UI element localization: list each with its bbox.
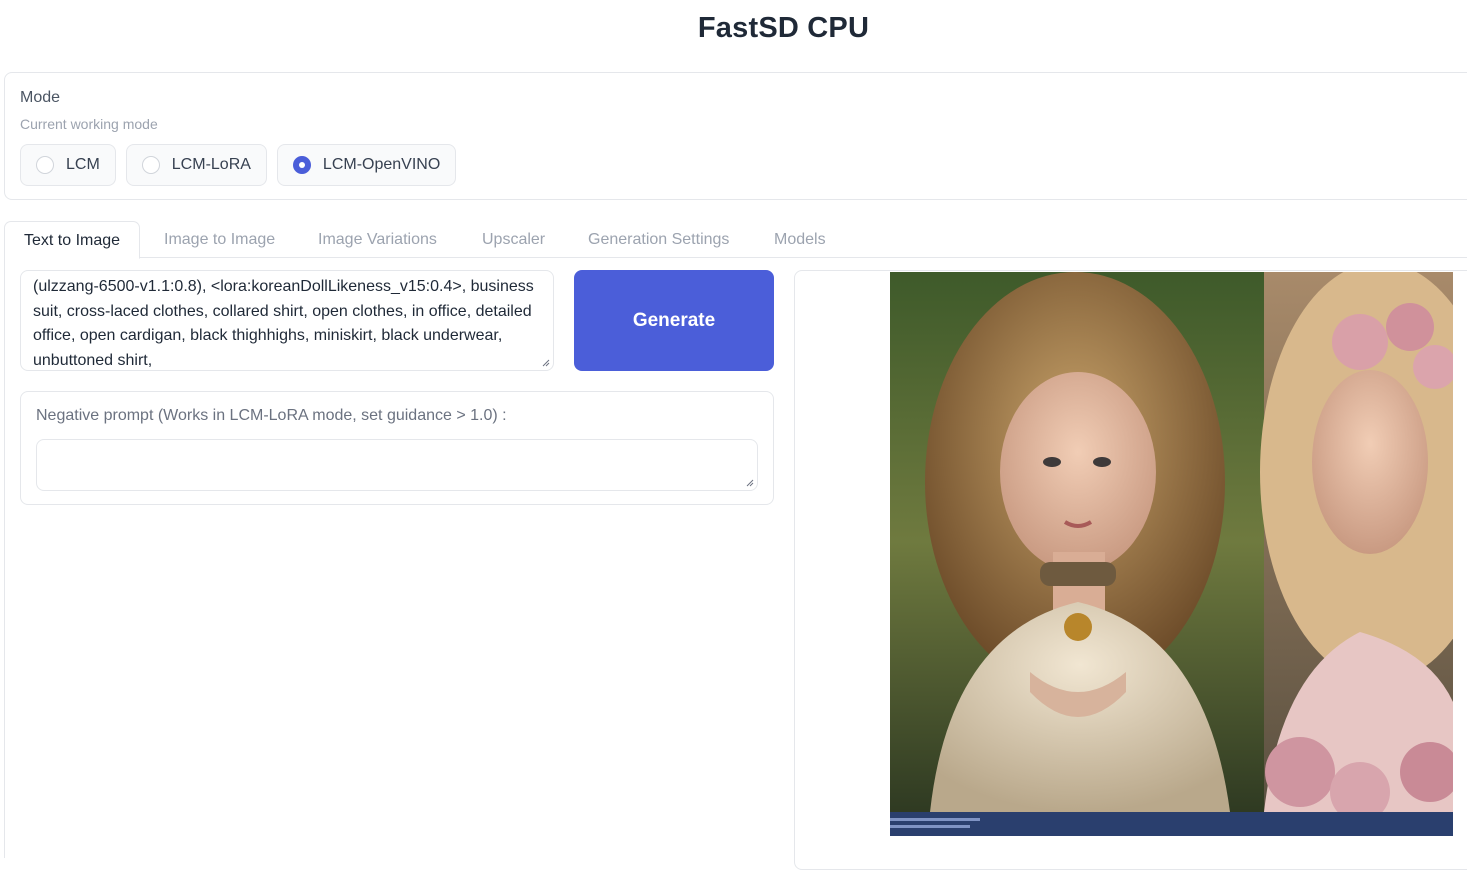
radio-label: LCM-OpenVINO xyxy=(322,156,441,173)
generate-button[interactable]: Generate xyxy=(574,270,774,371)
radio-option-lcm-openvino[interactable]: LCM-OpenVINO xyxy=(276,144,457,186)
prompt-textarea[interactable]: (ulzzang-6500-v1.1:0.8), <lora:koreanDol… xyxy=(20,270,554,371)
negative-prompt-input[interactable] xyxy=(36,439,758,491)
tab-upscaler[interactable]: Upscaler xyxy=(482,221,545,258)
generated-image[interactable] xyxy=(890,272,1453,836)
tab-panel-border xyxy=(4,258,5,858)
tab-image-to-image[interactable]: Image to Image xyxy=(164,221,275,258)
generated-image-placeholder xyxy=(890,272,1453,836)
tab-models[interactable]: Models xyxy=(774,221,826,258)
resize-grip-icon[interactable] xyxy=(542,359,550,367)
radio-icon[interactable] xyxy=(141,156,160,174)
negative-prompt-label: Negative prompt (Works in LCM-LoRA mode,… xyxy=(36,407,507,424)
tab-text-to-image[interactable]: Text to Image xyxy=(4,221,141,259)
prompt-text: (ulzzang-6500-v1.1:0.8), <lora:koreanDol… xyxy=(33,278,534,369)
tab-bar: Text to Image Image to Image Image Varia… xyxy=(4,221,1467,259)
tab-image-variations[interactable]: Image Variations xyxy=(318,221,437,258)
radio-label: LCM xyxy=(66,156,100,173)
mode-info: Current working mode xyxy=(20,116,158,132)
tab-generation-settings[interactable]: Generation Settings xyxy=(588,221,729,258)
mode-radio-group: LCM LCM-LoRA LCM-OpenVINO xyxy=(20,144,457,186)
radio-icon[interactable] xyxy=(36,156,54,174)
mode-label: Mode xyxy=(20,89,61,106)
resize-grip-icon[interactable] xyxy=(746,479,754,487)
radio-label: LCM-LoRA xyxy=(171,156,251,173)
radio-option-lcm-lora[interactable]: LCM-LoRA xyxy=(125,144,267,186)
app-title: FastSD CPU xyxy=(697,12,870,44)
mode-selector: Mode Current working mode LCM LCM-LoRA L… xyxy=(4,72,1467,200)
negative-prompt-block: Negative prompt (Works in LCM-LoRA mode,… xyxy=(20,391,774,505)
radio-checked-icon[interactable] xyxy=(292,156,311,174)
radio-option-lcm[interactable]: LCM xyxy=(20,144,116,186)
output-gallery xyxy=(794,270,1467,870)
